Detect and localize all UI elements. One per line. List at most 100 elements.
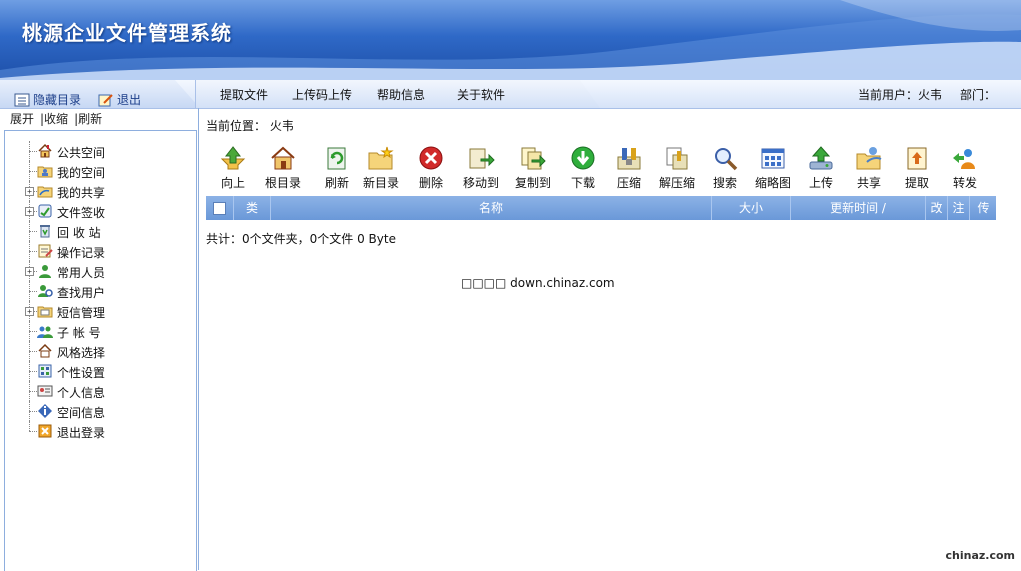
toolbar-button-share[interactable]: 共享 [842,145,896,191]
info-icon [37,403,53,419]
tree-item[interactable]: 个性设置 [21,361,171,381]
menu-about[interactable]: 关于软件 [457,86,505,103]
tree-item-label: 公共空间 [57,146,106,160]
toolbar-button-label: 压缩 [616,176,641,190]
tree-refresh-link[interactable]: |刷新 [74,110,102,127]
toolbar-button-extract[interactable]: 解压缩 [650,145,704,191]
tree-expander[interactable]: + [25,267,34,276]
col-type[interactable]: 类 [233,196,270,220]
tree-item[interactable]: 操作记录 [21,241,171,261]
col-updated[interactable]: 更新时间 / [790,196,925,220]
tree-collapse-link[interactable]: |收缩 [40,110,68,127]
tree-item-label: 操作记录 [57,246,106,260]
tree-item[interactable]: 个人信息 [21,381,171,401]
menu-fetch-file[interactable]: 提取文件 [220,86,268,103]
breadcrumb: 当前位置： 火韦 [206,117,294,134]
toolbar-button-copy[interactable]: 复制到 [506,145,560,191]
tree-item-label: 我的空间 [57,166,106,180]
menu-upload-code[interactable]: 上传码上传 [292,86,352,103]
breadcrumb-label: 当前位置： [206,119,267,133]
toolbar-button-delete[interactable]: 删除 [404,145,458,191]
col-note[interactable]: 注 [947,196,969,220]
tree-item[interactable]: 我的空间 [21,161,171,181]
sign-icon [37,203,53,219]
tree-item[interactable]: + 常用人员 [21,261,171,281]
tree-expander[interactable]: + [25,207,34,216]
toolbar-button-root-home[interactable]: 根目录 [256,145,310,191]
file-summary: 共计：0个文件夹，0个文件 0 Byte [206,232,396,246]
tree-item[interactable]: 风格选择 [21,341,171,361]
tree-actions: 展开 |收缩 |刷新 [10,110,102,127]
toolbar-button-forward[interactable]: 转发 [938,145,992,191]
tree-item-label: 子 帐 号 [57,326,101,340]
toolbar-button-label: 共享 [856,176,881,190]
group-icon [37,323,53,339]
folder-user-icon [37,163,53,179]
delete-icon [404,145,458,171]
toolbar-button-up[interactable]: 向上 [206,145,260,191]
tree-item-label: 短信管理 [57,306,106,320]
tree-item[interactable]: + 短信管理 [21,301,171,321]
toolbar-button-label: 向上 [220,176,245,190]
col-name[interactable]: 名称 [270,196,711,220]
select-all-cell[interactable] [206,196,232,220]
tree-item[interactable]: 查找用户 [21,281,171,301]
toolbar-button-label: 提取 [904,176,929,190]
up-icon [206,145,260,171]
style-icon [37,343,53,359]
tree-expand-link[interactable]: 展开 [10,110,34,127]
toolbar-button-move[interactable]: 移动到 [454,145,508,191]
col-transfer[interactable]: 传 [969,196,997,220]
col-size[interactable]: 大小 [711,196,790,220]
select-all-checkbox[interactable] [213,202,226,215]
new-folder-icon [354,145,408,171]
root-home-icon [256,145,310,171]
tree-connector [29,331,37,332]
tree-item-label: 退出登录 [57,426,106,440]
tree-item[interactable]: 子 帐 号 [21,321,171,341]
hide-directory-button[interactable]: 隐藏目录 [14,91,81,108]
toolbar-button-thumbnail[interactable]: 缩略图 [746,145,800,191]
toolbar-button-label: 删除 [418,176,443,190]
id-card-icon [37,383,53,399]
share-folder-icon [37,183,53,199]
tree-item-label: 空间信息 [57,406,106,420]
menu-help[interactable]: 帮助信息 [377,86,425,103]
toolbar-button-label: 解压缩 [658,176,695,190]
tree-connector [29,351,37,352]
tree-expander[interactable]: + [25,307,34,316]
toolbar-button-upload[interactable]: 上传 [794,145,848,191]
tree-item-label: 个人信息 [57,386,106,400]
tree-item[interactable]: 回 收 站 [21,221,171,241]
toolbar-button-label: 根目录 [264,176,301,190]
find-user-icon [37,283,53,299]
tree-item-label: 文件签收 [57,206,106,220]
tree-item[interactable]: + 我的共享 [21,181,171,201]
tree-item[interactable]: 公共空间 [21,141,171,161]
person-icon [37,263,53,279]
breadcrumb-path[interactable]: 火韦 [270,119,294,133]
toolbar-button-new-folder[interactable]: 新目录 [354,145,408,191]
search-icon [698,145,752,171]
tree-item[interactable]: 空间信息 [21,401,171,421]
tree-item[interactable]: + 文件签收 [21,201,171,221]
extract-file-icon [890,145,944,171]
tree-expander[interactable]: + [25,187,34,196]
toolbar-button-search[interactable]: 搜索 [698,145,752,191]
toolbar-button-extract-file[interactable]: 提取 [890,145,944,191]
toolbar-button-label: 转发 [952,176,977,190]
tree-connector [29,421,31,431]
recycle-icon [37,223,53,239]
exit-button[interactable]: 退出 [98,91,141,108]
tree-item[interactable]: 退出登录 [21,421,171,441]
left-panel: 公共空间 我的空间 + 我的共享 + 文件签收回 收 站操作记录 + 常用人员 查找用户 + 短信管… [4,130,197,571]
toolbar-button-label: 搜索 [712,176,737,190]
toolbar-button-compress[interactable]: 压缩 [602,145,656,191]
department: 部门： [960,88,997,102]
settings-icon [37,363,53,379]
tree-connector [29,231,37,232]
log-icon [37,243,53,259]
col-modify[interactable]: 改 [925,196,947,220]
toolbar-button-label: 新目录 [362,176,399,190]
logout-icon [37,423,53,439]
